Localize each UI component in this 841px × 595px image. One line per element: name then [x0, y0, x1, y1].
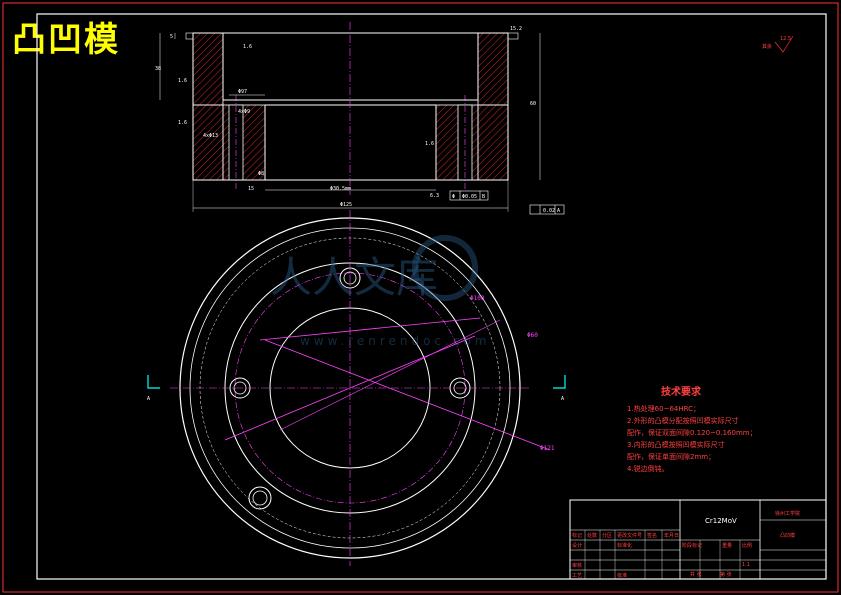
tech-line-3: 3.内形的凸模按照凹模实际尺寸 [627, 440, 725, 449]
tb-part-name: 凸凹模 [780, 532, 795, 539]
tech-line-2: 配作，保证双面间隙0.120~0.160mm； [627, 428, 757, 437]
title-block: Cr12MoV 徐州工学院 凸凹模 标记 处数 分区 更改文件号 签名 年月日 … [569, 499, 827, 580]
tb-cell-8: 审核 [572, 562, 582, 569]
dim-r2: Φ60 [527, 332, 538, 339]
tech-requirements: 技术要求 1.热处理60~64HRC； 2.外形的凸模分配按照凹模实际尺寸 配作… [627, 385, 757, 473]
tech-title: 技术要求 [661, 385, 702, 398]
tech-line-0: 1.热处理60~64HRC； [627, 404, 700, 413]
watermark-main: 人人文库 [270, 253, 438, 302]
tb-cell-1: 处数 [587, 532, 597, 539]
tol-value-2: 0.02 [543, 208, 555, 214]
section-mark-right: A [561, 396, 564, 402]
dim-d3: 1.6 [243, 44, 252, 50]
roughness-label: 其余 [762, 43, 772, 50]
tb-cell-9: 工艺 [572, 573, 582, 579]
dim-d1: 5 [170, 34, 173, 40]
tb-cell-5: 年月日 [664, 532, 679, 539]
watermark: 人人文库 www.renrendoc.com [270, 235, 490, 348]
tb-cell-13: 比例 [742, 542, 752, 549]
dim-d9: Φ8 [258, 171, 264, 177]
dim-d11: Φ30.5mm [330, 186, 351, 192]
dim-d15: 15.2 [510, 26, 522, 32]
tb-cell-2: 分区 [602, 532, 612, 539]
tb-material: Cr12MoV [705, 517, 737, 525]
dim-d13: 6.3 [430, 193, 439, 199]
watermark-url: www.renrendoc.com [300, 334, 490, 348]
dim-d2: 38 [155, 66, 161, 72]
tb-cell-6: 设计 [572, 542, 582, 549]
dim-d12: Φ125 [340, 202, 352, 208]
dim-d4: Φ97 [238, 89, 247, 95]
tol-datum-2: A [557, 208, 560, 214]
tb-school: 徐州工学院 [775, 510, 800, 517]
sectional-view: 5 38 1.6 Φ97 1.6 1.6 4xΦ13 4xΦ9 Φ8 15 Φ3… [155, 22, 565, 215]
tol-value-1: Φ0.05 [462, 194, 477, 200]
roughness-mark: 其余 12.5 [762, 35, 794, 53]
tech-line-4: 配作，保证单面间隙2mm； [627, 452, 715, 461]
dim-d14: 60 [530, 101, 536, 107]
dim-r1: Φ100 [470, 295, 485, 302]
dim-d7: 4xΦ13 [203, 133, 218, 139]
tol-datum-1: B [482, 194, 485, 200]
tb-cell-3: 更改文件号 [617, 532, 642, 539]
dim-d10: 15 [248, 186, 254, 192]
cad-drawing: 5 38 1.6 Φ97 1.6 1.6 4xΦ13 4xΦ9 Φ8 15 Φ3… [2, 2, 839, 593]
dim-d8: 4xΦ9 [238, 109, 250, 115]
tech-line-5: 4.锐边倒钝。 [627, 464, 669, 473]
tech-line-1: 2.外形的凸模分配按照凹模实际尺寸 [627, 416, 739, 425]
dim-d20: 1.6 [425, 141, 434, 147]
tol-symbol: Φ [452, 194, 455, 200]
tb-cell-16: 1:1 [742, 562, 750, 568]
tb-cell-4: 签名 [647, 532, 657, 539]
dim-d6: 1.6 [178, 120, 187, 126]
tb-cell-11: 阶段标记 [682, 542, 702, 549]
dim-d5: 1.6 [178, 78, 187, 84]
tb-cell-15: 第 张 [720, 571, 732, 578]
tb-cell-12: 重量 [722, 542, 732, 549]
tb-cell-7: 标准化 [617, 542, 632, 549]
tb-cell-10: 批准 [617, 572, 627, 579]
dim-r3: Φ121 [540, 445, 555, 452]
tb-cell-0: 标记 [572, 532, 582, 539]
tb-cell-14: 共 张 [690, 571, 702, 578]
section-mark-left: A [147, 396, 150, 402]
